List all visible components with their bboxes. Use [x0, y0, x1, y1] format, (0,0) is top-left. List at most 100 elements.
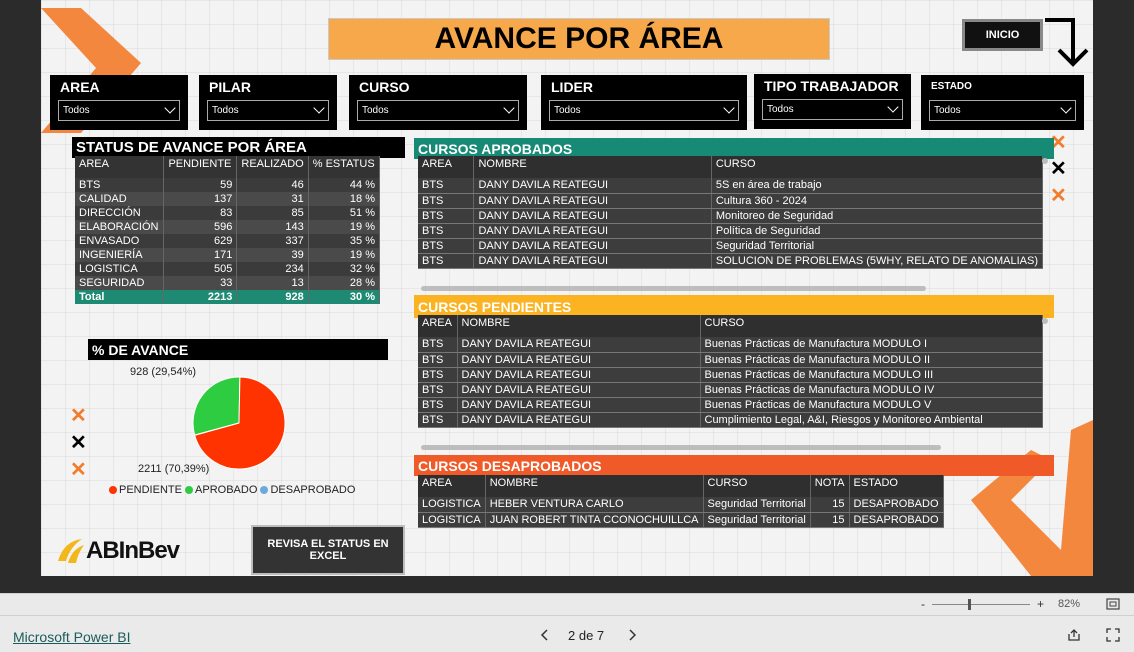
- status-table: AREA PENDIENTE REALIZADO % ESTATUS BTS 59…: [75, 156, 381, 304]
- chevron-down-icon: [723, 102, 735, 114]
- column-header[interactable]: % ESTATUS: [308, 156, 381, 178]
- table-cell: BTS: [418, 193, 475, 209]
- table-cell: DIRECCIÓN: [75, 206, 165, 220]
- slicer-area-dropdown[interactable]: Todos: [58, 100, 180, 121]
- slicer-lider-dropdown[interactable]: Todos: [549, 100, 739, 121]
- legend-dot-icon: [109, 486, 117, 495]
- table-row[interactable]: BTS DANY DAVILA REATEGUI 5S en área de tra…: [418, 178, 1044, 194]
- column-header[interactable]: AREA: [418, 315, 458, 337]
- table-row[interactable]: BTS 59 46 44 %: [75, 178, 381, 192]
- table-cell: 234: [236, 262, 309, 276]
- table-row[interactable]: LOGISTICA 505 234 32 %: [75, 262, 381, 276]
- table-row[interactable]: BTS DANY DAVILA REATEGUI Buenas Prácticas …: [418, 352, 1043, 368]
- fit-to-page-icon[interactable]: [1106, 598, 1120, 610]
- table-row[interactable]: LOGISTICA JUAN ROBERT TINTA CCONOCHUILLCA…: [418, 512, 944, 528]
- table-row[interactable]: INGENIERÍA 171 39 19 %: [75, 248, 381, 262]
- table-cell: BTS: [75, 178, 165, 192]
- share-icon[interactable]: [1067, 628, 1081, 642]
- table-row[interactable]: BTS DANY DAVILA REATEGUI SOLUCION DE PROBL…: [418, 253, 1044, 269]
- fullscreen-icon[interactable]: [1106, 628, 1120, 642]
- legend-item-desaprobado[interactable]: DESAPROBADO: [260, 484, 355, 496]
- zoom-out-button[interactable]: -: [921, 597, 925, 611]
- column-header[interactable]: CURSO: [703, 475, 811, 497]
- table-row[interactable]: BTS DANY DAVILA REATEGUI Monitoreo de Segu…: [418, 208, 1044, 224]
- table-cell: JUAN ROBERT TINTA CCONOCHUILLCA: [485, 512, 704, 528]
- slicer-curso-dropdown[interactable]: Todos: [357, 100, 519, 121]
- table-cell: DANY DAVILA REATEGUI: [473, 193, 712, 209]
- table-cell: INGENIERÍA: [75, 248, 165, 262]
- zoom-slider-thumb[interactable]: [968, 599, 971, 610]
- column-header[interactable]: NOMBRE: [473, 156, 712, 178]
- power-bi-link[interactable]: Microsoft Power BI: [13, 629, 130, 645]
- table-cell: 19 %: [308, 220, 381, 234]
- table-cell: DANY DAVILA REATEGUI: [457, 412, 701, 428]
- table-cell: BTS: [418, 238, 475, 254]
- table-cell: DANY DAVILA REATEGUI: [473, 208, 712, 224]
- slicer-pilar-dropdown[interactable]: Todos: [207, 100, 329, 121]
- table-row[interactable]: SEGURIDAD 33 13 28 %: [75, 276, 381, 290]
- table-row[interactable]: BTS DANY DAVILA REATEGUI Buenas Prácticas …: [418, 367, 1043, 383]
- column-header[interactable]: AREA: [418, 475, 486, 497]
- inicio-button[interactable]: INICIO: [962, 19, 1043, 51]
- avance-pie-chart[interactable]: [184, 368, 294, 478]
- table-cell: Monitoreo de Seguridad: [711, 208, 1044, 224]
- pendientes-horizontal-scrollbar[interactable]: [421, 445, 941, 450]
- legend-item-aprobado[interactable]: APROBADO: [185, 484, 257, 496]
- column-header[interactable]: AREA: [75, 156, 165, 178]
- table-cell: 143: [236, 220, 309, 234]
- pendientes-vertical-scrollbar[interactable]: [1042, 318, 1048, 324]
- aprobados-vertical-scrollbar[interactable]: [1042, 158, 1048, 164]
- pendientes-table: AREA NOMBRE CURSO BTS DANY DAVILA REATEGU…: [418, 315, 1043, 428]
- table-cell: 51 %: [308, 206, 381, 220]
- column-header[interactable]: NOTA: [810, 475, 850, 497]
- table-cell: BTS: [418, 412, 458, 428]
- column-header[interactable]: REALIZADO: [236, 156, 309, 178]
- previous-page-icon[interactable]: [540, 629, 550, 641]
- zoom-in-button[interactable]: +: [1037, 597, 1044, 611]
- column-header[interactable]: ESTADO: [849, 475, 944, 497]
- chevron-down-icon: [887, 101, 899, 113]
- table-row[interactable]: BTS DANY DAVILA REATEGUI Cumplimiento Lega…: [418, 412, 1043, 428]
- table-row[interactable]: BTS DANY DAVILA REATEGUI Buenas Prácticas …: [418, 337, 1043, 353]
- column-header[interactable]: PENDIENTE: [163, 156, 238, 178]
- table-cell: DANY DAVILA REATEGUI: [473, 178, 712, 194]
- table-row[interactable]: BTS DANY DAVILA REATEGUI Seguridad Territo…: [418, 238, 1044, 254]
- table-cell: DANY DAVILA REATEGUI: [473, 223, 712, 239]
- total-cell: 30 %: [308, 290, 381, 304]
- next-page-icon[interactable]: [627, 629, 637, 641]
- excel-status-button[interactable]: REVISA EL STATUS EN EXCEL: [251, 525, 405, 575]
- table-row[interactable]: BTS DANY DAVILA REATEGUI Buenas Prácticas …: [418, 382, 1043, 398]
- zoom-slider[interactable]: [932, 604, 1030, 605]
- total-cell: Total: [75, 290, 165, 304]
- table-row[interactable]: ELABORACIÓN 596 143 19 %: [75, 220, 381, 234]
- slicer-estado-label: ESTADO: [931, 81, 972, 92]
- table-row[interactable]: BTS DANY DAVILA REATEGUI Buenas Prácticas …: [418, 397, 1043, 413]
- table-cell: Seguridad Territorial: [711, 238, 1044, 254]
- table-cell: 18 %: [308, 192, 381, 206]
- table-cell: CALIDAD: [75, 192, 165, 206]
- legend-item-pendiente[interactable]: PENDIENTE: [109, 484, 182, 496]
- aprobados-horizontal-scrollbar[interactable]: [421, 286, 926, 291]
- column-header[interactable]: CURSO: [700, 315, 1043, 337]
- slicer-curso-value: Todos: [362, 105, 389, 116]
- slicer-estado-dropdown[interactable]: Todos: [929, 100, 1076, 121]
- pie-label-aprobado: 928 (29,54%): [130, 366, 197, 378]
- column-header[interactable]: NOMBRE: [457, 315, 701, 337]
- table-cell: 171: [163, 248, 238, 262]
- zoom-level: 82%: [1058, 598, 1081, 610]
- table-row[interactable]: BTS DANY DAVILA REATEGUI Política de Segur…: [418, 223, 1044, 239]
- table-cell: 31: [236, 192, 309, 206]
- column-header[interactable]: CURSO: [711, 156, 1044, 178]
- column-header[interactable]: AREA: [418, 156, 475, 178]
- table-row[interactable]: BTS DANY DAVILA REATEGUI Cultura 360 - 202…: [418, 193, 1044, 209]
- table-row[interactable]: ENVASADO 629 337 35 %: [75, 234, 381, 248]
- column-header[interactable]: NOMBRE: [485, 475, 704, 497]
- table-row[interactable]: DIRECCIÓN 83 85 51 %: [75, 206, 381, 220]
- decorative-cross-icon: ✕: [1050, 158, 1067, 180]
- arrow-down-right-icon: [1045, 18, 1089, 67]
- desaprobados-heading: CURSOS DESAPROBADOS: [414, 455, 1054, 476]
- table-row[interactable]: CALIDAD 137 31 18 %: [75, 192, 381, 206]
- slicer-tipo-trabajador-dropdown[interactable]: Todos: [762, 99, 903, 120]
- table-row[interactable]: LOGISTICA HEBER VENTURA CARLO Seguridad Te…: [418, 497, 944, 513]
- table-cell: LOGISTICA: [418, 512, 486, 528]
